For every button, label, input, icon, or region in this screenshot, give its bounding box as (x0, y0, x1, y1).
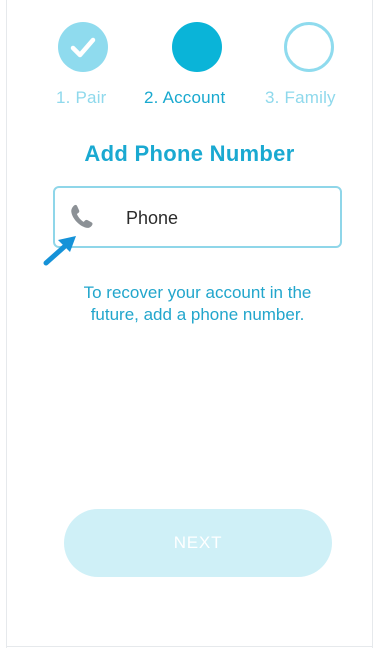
help-text: To recover your account in the future, a… (83, 283, 312, 324)
step-label-account: 2. Account (144, 88, 226, 107)
pointer-arrow-icon (43, 236, 76, 266)
frame-edge-bottom (6, 646, 373, 647)
step-label-pair: 1. Pair (56, 88, 107, 107)
frame-edge-right (372, 0, 373, 648)
add-phone-screen: 1. Pair 2. Account 3. Family Add Phone N… (0, 0, 379, 648)
phone-icon (71, 204, 93, 228)
step-label-family: 3. Family (265, 88, 336, 107)
page-title: Add Phone Number (84, 141, 295, 166)
next-button[interactable]: NEXT (64, 509, 332, 577)
phone-input[interactable] (126, 205, 326, 231)
frame-edge-left (6, 0, 7, 648)
phone-field[interactable] (53, 186, 342, 248)
step-account-indicator (172, 22, 222, 72)
step-pair-indicator (58, 22, 108, 72)
checkmark-icon (70, 37, 96, 58)
step-family-indicator (284, 22, 334, 72)
